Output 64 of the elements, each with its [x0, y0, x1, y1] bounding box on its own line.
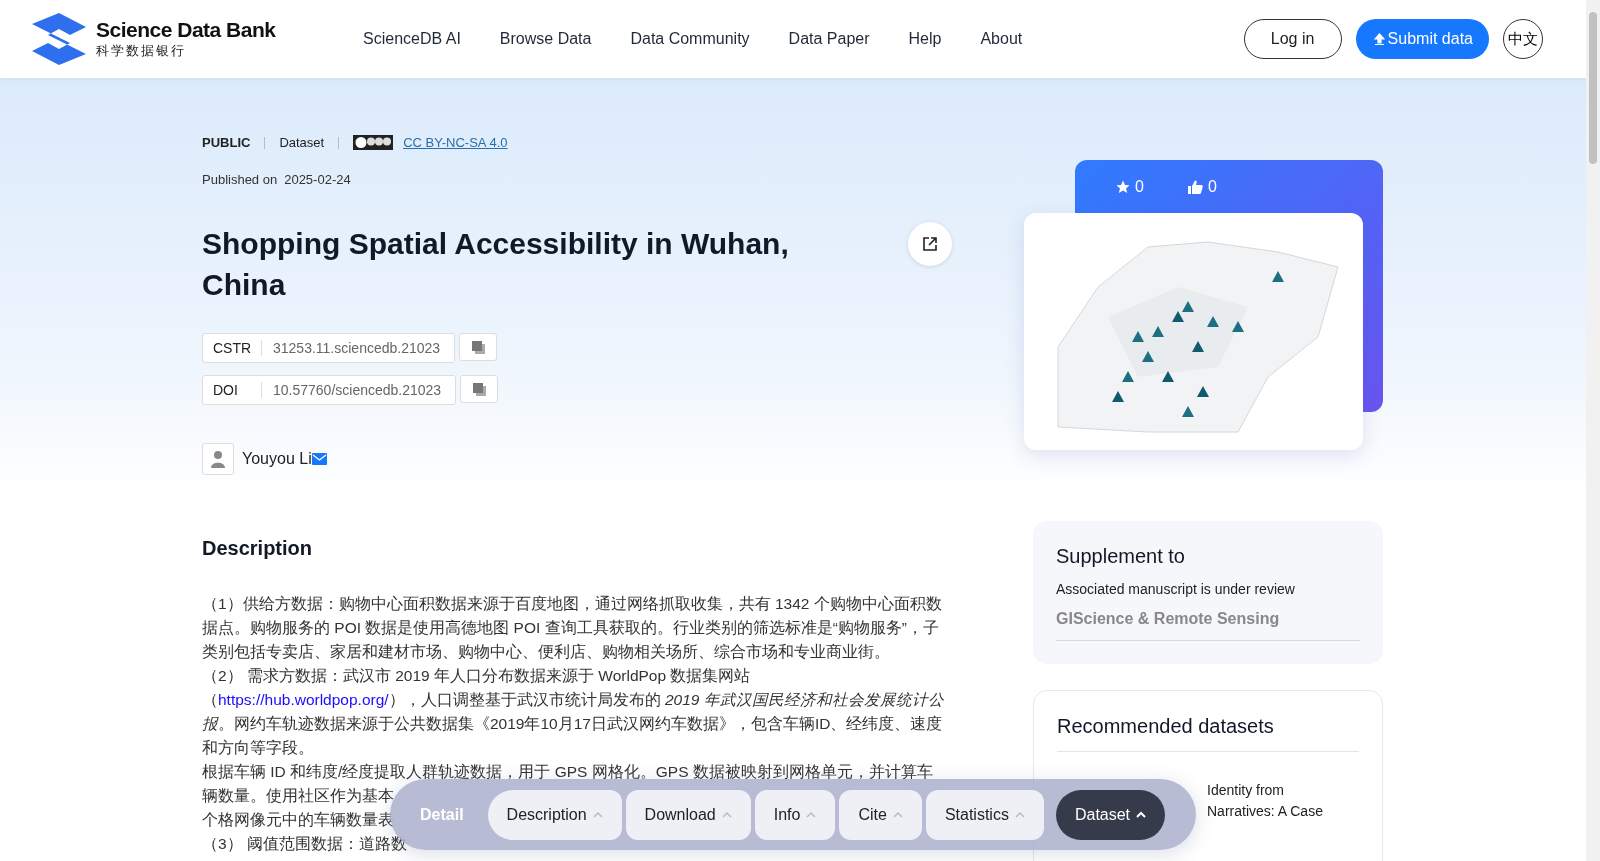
caret-up-icon [1136, 811, 1147, 818]
star-icon[interactable] [1116, 179, 1130, 194]
license-badge-icon [353, 135, 394, 150]
submit-data-button[interactable]: Submit data [1355, 19, 1489, 59]
person-icon [210, 450, 226, 468]
description-line: 辆数量。使用社区作为基本 [202, 786, 394, 806]
copy-button[interactable] [459, 333, 498, 361]
nav-link[interactable]: Help [908, 30, 942, 48]
identifier-field: DOI 10.57760/sciencedb.21023 [202, 375, 457, 405]
language-button[interactable]: 中文 [1503, 19, 1543, 59]
supplement-note: Associated manuscript is under review [1056, 581, 1296, 597]
description-paragraph: （2） 需求方数据：武汉市 2019 年人口分布数据来源于 WorldPop 数据集网站（https://hub.worldpop.org/），人口调整基于武汉市统计局发布的 2019 年武汉国民经济和社会发展统计公报。网约车轨迹数据来源于公共数据集《2019年10月17日武汉网约车数据》，包含车辆ID、经纬度、速度和方向等字段。 [202, 666, 945, 758]
nav-link[interactable]: About [980, 30, 1023, 48]
login-button[interactable]: Log in [1243, 19, 1342, 59]
like-count: 0 [1207, 177, 1217, 196]
caret-up-icon [806, 811, 817, 818]
description-line: 个格网像元中的车辆数量表 [202, 810, 394, 830]
access-label: PUBLIC [202, 135, 251, 150]
published-date: 2025-02-24 [284, 172, 351, 187]
favorite-count: 0 [1135, 177, 1144, 196]
caret-up-icon [592, 811, 603, 818]
logo-icon [30, 11, 88, 67]
bar-label: Detail [419, 805, 465, 824]
logo-title: Science Data Bank [96, 18, 276, 42]
description-paragraph: （1）供给方数据：购物中心面积数据来源于百度地图，通过网络抓取收集，共有 1342 个购物中心面积数据点。购物服务的 POI 数据是使用高德地图 POI 查询工具获取的。行业类别的筛选标准是“购物服务”，子类别包括专卖店、家居和建材市场、购物中心、便利店、购物相关场所、综合市场和专业商业街。 [202, 594, 943, 662]
external-link-icon [922, 236, 938, 252]
upload-icon [1373, 32, 1385, 46]
section-tab[interactable]: Description [487, 789, 622, 840]
published-label: Published on [202, 172, 278, 187]
scrollbar-thumb[interactable] [1589, 12, 1597, 164]
author-name[interactable]: Youyou Li [242, 450, 312, 468]
section-tab[interactable]: Dataset [1055, 789, 1166, 840]
mail-icon[interactable] [311, 453, 327, 465]
caret-up-icon [1014, 811, 1025, 818]
identifier-field: CSTR 31253.11.sciencedb.21023 [202, 333, 456, 363]
section-tab[interactable]: Download [625, 789, 751, 840]
section-tab[interactable]: Cite [839, 789, 922, 840]
caret-up-icon [721, 811, 732, 818]
logo-subtitle: 科学数据银行 [96, 42, 187, 60]
license-link[interactable]: CC BY-NC-SA 4.0 [403, 135, 508, 150]
section-tab[interactable]: Statistics [925, 789, 1044, 840]
copy-button[interactable] [460, 375, 499, 403]
recommended-title-line[interactable]: Narratives: A Case [1207, 801, 1359, 822]
nav-link[interactable]: Data Community [630, 30, 750, 48]
website-link[interactable]: https://hub.worldpop.org/ [218, 691, 389, 708]
description-line: 根据车辆 ID 和纬度/经度提取人群轨迹数据，用于 GPS 网格化。GPS 数据被映射到网格单元，并计算车 [202, 762, 933, 782]
caret-up-icon [892, 811, 903, 818]
scrollbar[interactable] [1586, 0, 1600, 861]
description-line: （3） 阈值范围数据：道路数 [202, 834, 407, 854]
section-tab[interactable]: Info [754, 789, 836, 840]
recommended-title-line[interactable]: Identity from [1207, 780, 1359, 801]
nav-link[interactable]: Browse Data [499, 30, 592, 48]
dataset-title: Shopping Spatial Accessibility in Wuhan, China [202, 226, 790, 303]
share-button[interactable] [908, 222, 952, 266]
card-heading: Supplement to [1056, 545, 1186, 568]
nav-link[interactable]: Data Paper [788, 30, 870, 48]
copy-icon [472, 382, 486, 396]
copy-icon [471, 340, 485, 354]
section-heading: Description [202, 537, 314, 560]
nav-link[interactable]: ScienceDB AI [363, 30, 461, 48]
type-label: Dataset [279, 135, 325, 150]
card-heading: Recommended datasets [1057, 715, 1359, 752]
thumbs-up-icon[interactable] [1187, 179, 1203, 194]
journal-name: GIScience & Remote Sensing [1056, 610, 1360, 641]
